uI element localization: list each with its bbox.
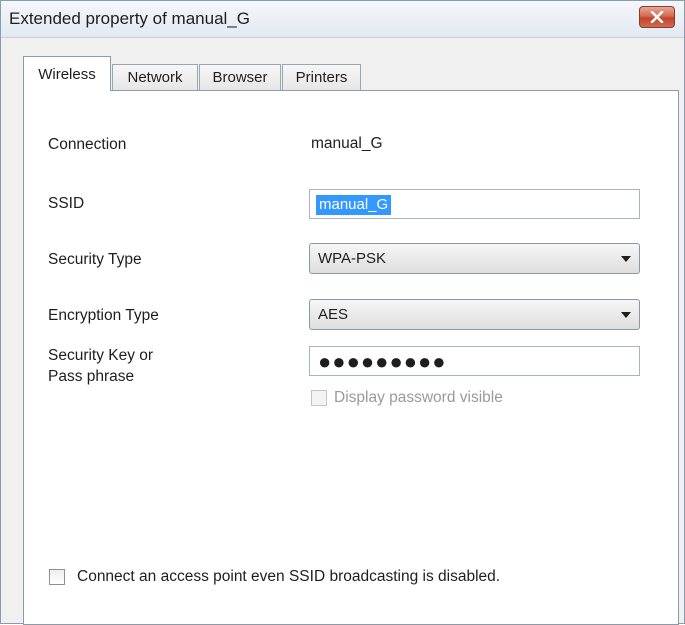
connection-value: manual_G bbox=[311, 135, 383, 152]
tab-label: Browser bbox=[212, 69, 268, 86]
pass-phrase-value: ●●●●●●●●● bbox=[318, 349, 447, 374]
security-key-label-line1: Security Key or bbox=[48, 347, 154, 364]
window-title: Extended property of manual_G bbox=[9, 9, 250, 28]
encryption-type-label: Encryption Type bbox=[48, 307, 159, 324]
encryption-type-select[interactable]: AES bbox=[309, 299, 640, 330]
tab-wireless[interactable]: Wireless bbox=[23, 56, 111, 91]
ssid-label: SSID bbox=[48, 195, 85, 212]
security-type-label: Security Type bbox=[48, 251, 142, 268]
pass-phrase-input[interactable]: ●●●●●●●●● bbox=[309, 346, 640, 376]
tab-printers[interactable]: Printers bbox=[282, 64, 361, 90]
ssid-input[interactable]: manual_G bbox=[309, 189, 640, 219]
tab-network[interactable]: Network bbox=[112, 64, 198, 90]
connection-label: Connection bbox=[48, 136, 127, 153]
chevron-down-icon bbox=[621, 312, 631, 318]
close-icon bbox=[650, 11, 664, 23]
display-password-label: Display password visible bbox=[334, 389, 503, 406]
security-type-value: WPA-PSK bbox=[318, 250, 387, 267]
title-bar: Extended property of manual_G bbox=[1, 1, 684, 38]
encryption-type-value: AES bbox=[318, 306, 349, 323]
tab-browser[interactable]: Browser bbox=[199, 64, 281, 90]
tab-label: Printers bbox=[295, 69, 348, 86]
ssid-value: manual_G bbox=[316, 195, 392, 215]
hidden-ssid-label: Connect an access point even SSID broadc… bbox=[77, 568, 501, 585]
display-password-checkbox[interactable] bbox=[311, 390, 327, 406]
dialog-window: Extended property of manual_G Wireless N… bbox=[0, 0, 685, 625]
tab-label: Network bbox=[127, 69, 183, 86]
wireless-tab-panel: Connection manual_G SSID manual_G Securi… bbox=[23, 90, 679, 625]
security-key-label-line2: Pass phrase bbox=[48, 368, 135, 385]
close-button[interactable] bbox=[639, 6, 675, 28]
hidden-ssid-checkbox[interactable] bbox=[49, 569, 65, 585]
tab-label: Wireless bbox=[38, 65, 96, 83]
security-type-select[interactable]: WPA-PSK bbox=[309, 243, 640, 274]
chevron-down-icon bbox=[621, 256, 631, 262]
